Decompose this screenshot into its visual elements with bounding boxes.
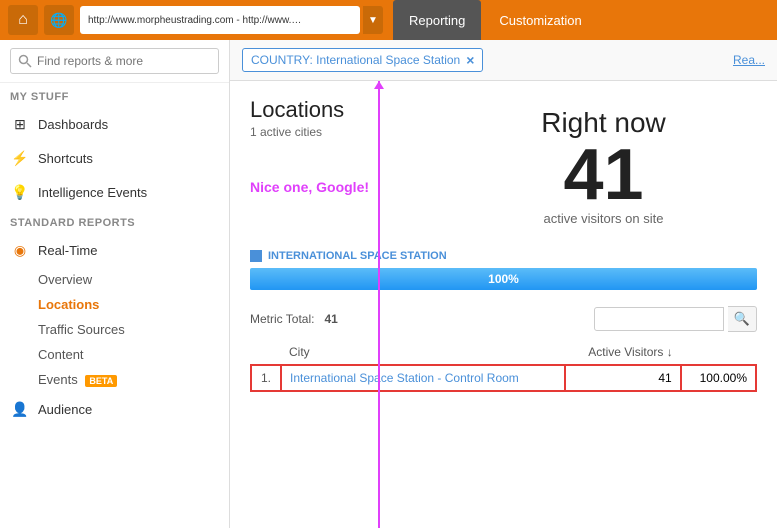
sidebar-item-realtime[interactable]: ◉ Real-Time — [0, 233, 229, 267]
dashboards-icon: ⊞ — [10, 114, 30, 134]
sidebar-item-dashboards[interactable]: ⊞ Dashboards — [0, 107, 229, 141]
table-row: 1. International Space Station - Control… — [251, 365, 756, 391]
right-now-number: 41 — [563, 139, 643, 211]
sidebar-item-intelligence-label: Intelligence Events — [38, 185, 147, 200]
table-search-button[interactable]: 🔍 — [728, 306, 757, 332]
table-section: Metric Total: 41 🔍 City — [250, 306, 757, 392]
sidebar-item-dashboards-label: Dashboards — [38, 117, 108, 132]
real-time-link[interactable]: Rea... — [733, 53, 765, 67]
stat-dot — [250, 250, 262, 262]
table-search: 🔍 — [594, 306, 757, 332]
sidebar-sub-content[interactable]: Content — [0, 342, 229, 367]
sidebar-search-container — [0, 40, 229, 83]
table-meta: Metric Total: 41 🔍 — [250, 306, 757, 332]
data-table: City Active Visitors ↓ — [250, 340, 757, 392]
globe-icon: 🌐 — [50, 12, 67, 29]
content-area: COUNTRY: International Space Station × R… — [230, 40, 777, 528]
table-search-input[interactable] — [594, 307, 724, 331]
cell-rank: 1. — [251, 365, 281, 391]
left-info: Locations 1 active cities Nice one, Goog… — [250, 97, 410, 246]
intelligence-icon: 💡 — [10, 182, 30, 202]
url-display: http://www.morpheustrading.com - http://… — [80, 6, 360, 34]
sidebar-sub-events[interactable]: Events BETA — [0, 367, 229, 392]
stat-label: INTERNATIONAL SPACE STATION — [250, 250, 757, 262]
metric-total-label: Metric Total: — [250, 312, 314, 326]
sidebar-item-realtime-label: Real-Time — [38, 243, 97, 258]
shortcuts-icon: ⚡ — [10, 148, 30, 168]
sidebar-sub-traffic-sources[interactable]: Traffic Sources — [0, 317, 229, 342]
annotation-text: Nice one, Google! — [250, 179, 410, 195]
page-content: Locations 1 active cities Nice one, Goog… — [230, 81, 777, 408]
stat-section: INTERNATIONAL SPACE STATION 100% — [250, 250, 757, 290]
sidebar-item-shortcuts-label: Shortcuts — [38, 151, 93, 166]
sidebar-sub-overview[interactable]: Overview — [0, 267, 229, 292]
url-dropdown-button[interactable]: ▼ — [363, 6, 383, 34]
col-active-visitors: Active Visitors ↓ — [565, 340, 681, 365]
city-link[interactable]: International Space Station - Control Ro… — [290, 371, 519, 385]
url-text: http://www.morpheustrading.com - http://… — [88, 15, 308, 26]
stat-bar-container: 100% — [250, 268, 757, 290]
annotation-arrow-line — [378, 81, 380, 528]
filter-bar: COUNTRY: International Space Station × R… — [230, 40, 777, 81]
col-city: City — [281, 340, 565, 365]
realtime-icon: ◉ — [10, 240, 30, 260]
cell-city: International Space Station - Control Ro… — [281, 365, 565, 391]
sidebar-item-audience[interactable]: 👤 Audience — [0, 392, 229, 426]
annotation-container: Locations 1 active cities Nice one, Goog… — [230, 81, 777, 408]
home-button[interactable]: ⌂ — [8, 5, 38, 35]
top-nav: ⌂ 🌐 http://www.morpheustrading.com - htt… — [0, 0, 777, 40]
table-header-row: City Active Visitors ↓ — [251, 340, 756, 365]
home-icon: ⌂ — [18, 11, 28, 29]
tab-customization[interactable]: Customization — [483, 0, 597, 40]
nav-tabs: Reporting Customization — [393, 0, 598, 40]
filter-chip-text: COUNTRY: International Space Station — [251, 53, 460, 67]
my-stuff-label: MY STUFF — [0, 83, 229, 107]
right-now-subtext: active visitors on site — [544, 211, 664, 226]
sidebar-item-intelligence[interactable]: 💡 Intelligence Events — [0, 175, 229, 209]
main-layout: MY STUFF ⊞ Dashboards ⚡ Shortcuts 💡 Inte… — [0, 40, 777, 528]
globe-button[interactable]: 🌐 — [44, 5, 74, 35]
page-subtitle: 1 active cities — [250, 125, 410, 139]
filter-chip: COUNTRY: International Space Station × — [242, 48, 483, 72]
tab-reporting[interactable]: Reporting — [393, 0, 481, 40]
sidebar-item-shortcuts[interactable]: ⚡ Shortcuts — [0, 141, 229, 175]
dropdown-arrow-icon: ▼ — [368, 15, 378, 26]
arrow-top — [374, 81, 384, 89]
metric-total-value: 41 — [324, 312, 337, 326]
sidebar: MY STUFF ⊞ Dashboards ⚡ Shortcuts 💡 Inte… — [0, 40, 230, 528]
right-now-section: Right now 41 active visitors on site — [450, 97, 757, 246]
page-title: Locations — [250, 97, 410, 123]
col-rank — [251, 340, 281, 365]
cell-visitors: 41 — [565, 365, 681, 391]
sidebar-item-audience-label: Audience — [38, 402, 92, 417]
standard-reports-label: STANDARD REPORTS — [0, 209, 229, 233]
audience-icon: 👤 — [10, 399, 30, 419]
search-input[interactable] — [10, 48, 219, 74]
sidebar-sub-locations[interactable]: Locations — [0, 292, 229, 317]
filter-chip-close-button[interactable]: × — [466, 52, 474, 68]
cell-percent: 100.00% — [681, 365, 756, 391]
top-section: Locations 1 active cities Nice one, Goog… — [250, 97, 757, 246]
beta-badge: BETA — [85, 375, 117, 387]
stat-bar-fill: 100% — [250, 268, 757, 290]
